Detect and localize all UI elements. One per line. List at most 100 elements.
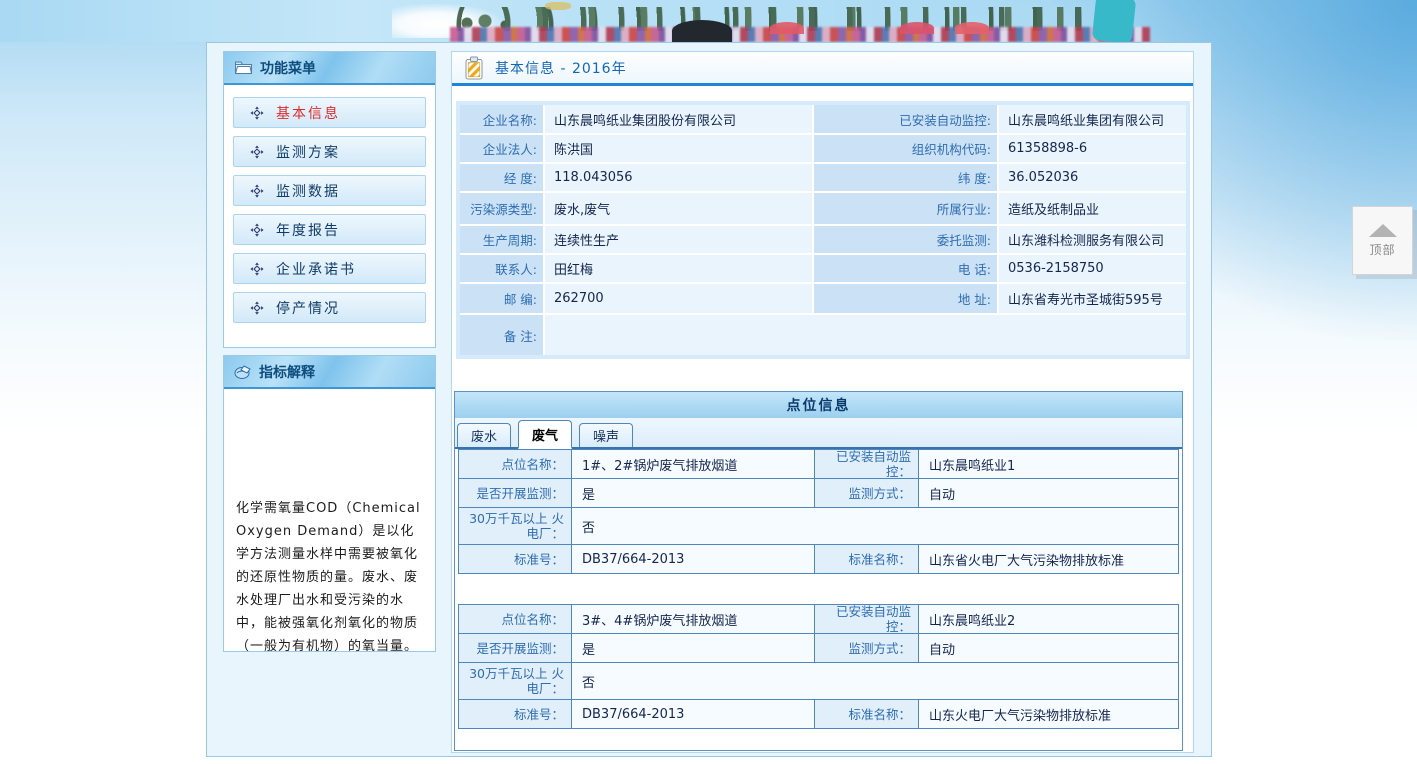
field-label: 委托监测: <box>814 226 997 253</box>
field-label: 已安装自动监控： <box>815 450 918 478</box>
tab-wastewater[interactable]: 废水 <box>457 423 511 447</box>
point-table-1: 点位名称： 1#、2#锅炉废气排放烟道 已安装自动监控： 山东晨鸣纸业1 是否开… <box>458 449 1179 574</box>
sidebar-item-monitor-plan[interactable]: 监测方案 <box>233 136 426 167</box>
field-value: 自动 <box>919 634 1178 662</box>
sidebar-function-menu: 功能菜单 基本信息 监测方案 <box>223 51 436 348</box>
field-value: 否 <box>572 508 1178 544</box>
menu-list: 基本信息 监测方案 监测数据 <box>224 85 435 335</box>
field-value: 造纸及纸制品业 <box>999 193 1186 224</box>
field-label: 监测方式： <box>815 634 918 662</box>
field-label: 点位名称： <box>459 605 571 633</box>
field-value: 自动 <box>919 479 1178 507</box>
field-label: 电 话: <box>814 255 997 282</box>
sidebar-item-annual-report[interactable]: 年度报告 <box>233 214 426 245</box>
field-value: 山东晨鸣纸业集团股份有限公司 <box>545 105 812 133</box>
diamond-arrows-icon <box>250 223 264 237</box>
field-label: 污染源类型: <box>460 193 543 224</box>
field-label: 所属行业: <box>814 193 997 224</box>
field-value: 262700 <box>545 284 812 313</box>
sidebar-item-label: 停产情况 <box>276 298 340 318</box>
glossary-title: 指标解释 <box>259 362 315 382</box>
header-banner-photo <box>0 0 1175 42</box>
field-value: 连续性生产 <box>545 226 812 253</box>
field-label: 生产周期: <box>460 226 543 253</box>
diamond-arrows-icon <box>250 184 264 198</box>
arrow-up-icon <box>1369 224 1397 237</box>
sidebar-item-label: 企业承诺书 <box>276 259 356 279</box>
field-label: 点位名称： <box>459 450 571 478</box>
points-info-title: 点位信息 <box>455 392 1182 418</box>
field-label: 已安装自动监控： <box>815 605 918 633</box>
field-value: 田红梅 <box>545 255 812 282</box>
field-label: 组织机构代码: <box>814 135 997 162</box>
sidebar-item-label: 年度报告 <box>276 220 340 240</box>
field-value: 废水,废气 <box>545 193 812 224</box>
tab-noise[interactable]: 噪声 <box>579 423 633 447</box>
field-value: 陈洪国 <box>545 135 812 162</box>
content-container: 功能菜单 基本信息 监测方案 <box>206 42 1212 757</box>
tab-label: 废水 <box>471 426 497 445</box>
tab-label: 废气 <box>532 425 558 444</box>
person-head <box>672 20 732 42</box>
diamond-arrows-icon <box>250 145 264 159</box>
field-label: 监测方式： <box>815 479 918 507</box>
field-value: 118.043056 <box>545 164 812 191</box>
field-label: 纬 度: <box>814 164 997 191</box>
field-value: 山东火电厂大气污染物排放标准 <box>919 700 1178 728</box>
field-label: 经 度: <box>460 164 543 191</box>
page-title: 基本信息 - 2016年 <box>495 58 627 78</box>
sidebar-item-label: 监测数据 <box>276 181 340 201</box>
field-label: 是否开展监测： <box>459 634 571 662</box>
field-label: 邮 编: <box>460 284 543 313</box>
field-label: 已安装自动监控: <box>814 105 997 133</box>
diamond-arrows-icon <box>250 301 264 315</box>
field-value: 是 <box>572 479 814 507</box>
field-value: 36.052036 <box>999 164 1186 191</box>
field-value: 3#、4#锅炉废气排放烟道 <box>572 605 814 633</box>
back-to-top-button[interactable]: 顶部 <box>1352 206 1413 275</box>
tent-shape <box>900 22 934 34</box>
field-value: 61358898-6 <box>999 135 1186 162</box>
person-arm <box>1092 0 1137 44</box>
field-label: 标准号： <box>459 545 571 573</box>
field-label: 企业名称: <box>460 105 543 133</box>
point-table-2: 点位名称： 3#、4#锅炉废气排放烟道 已安装自动监控： 山东晨鸣纸业2 是否开… <box>458 604 1179 729</box>
tent-shape <box>955 22 989 34</box>
kite-shape <box>545 2 571 10</box>
field-value: 山东晨鸣纸业2 <box>919 605 1178 633</box>
basic-info-table: 企业名称: 山东晨鸣纸业集团股份有限公司 已安装自动监控: 山东晨鸣纸业集团有限… <box>456 101 1190 359</box>
points-info-panel: 点位信息 废水 废气 噪声 点位名称： 1#、2#锅炉废气排放烟道 <box>454 391 1183 751</box>
tent-shape <box>770 22 804 34</box>
field-label: 地 址: <box>814 284 997 313</box>
field-value: 山东省火电厂大气污染物排放标准 <box>919 545 1178 573</box>
remark-value <box>545 315 1186 355</box>
sidebar-item-basic-info[interactable]: 基本信息 <box>233 97 426 128</box>
book-icon <box>234 364 252 380</box>
sidebar-item-monitor-data[interactable]: 监测数据 <box>233 175 426 206</box>
field-value: 否 <box>572 663 1178 699</box>
field-value: 0536-2158750 <box>999 255 1186 282</box>
field-label: 标准名称： <box>815 545 918 573</box>
clipboard-icon <box>464 56 484 80</box>
field-value: 是 <box>572 634 814 662</box>
field-value: DB37/664-2013 <box>572 545 814 573</box>
field-label: 30万千瓦以上 火电厂： <box>459 663 571 699</box>
function-menu-header: 功能菜单 <box>224 52 435 85</box>
page: 顶部 功能菜单 基本信息 <box>0 0 1417 764</box>
field-label: 30万千瓦以上 火电厂： <box>459 508 571 544</box>
points-tabbar: 废水 废气 噪声 <box>455 418 1182 449</box>
field-value: 山东晨鸣纸业1 <box>919 450 1178 478</box>
tab-exhaust-gas[interactable]: 废气 <box>518 420 572 449</box>
glossary-header: 指标解释 <box>224 356 435 389</box>
sidebar-item-label: 监测方案 <box>276 142 340 162</box>
back-to-top-label: 顶部 <box>1369 241 1395 258</box>
folder-icon <box>234 60 253 75</box>
sidebar-item-shutdown-status[interactable]: 停产情况 <box>233 292 426 323</box>
sidebar-item-commitment[interactable]: 企业承诺书 <box>233 253 426 284</box>
field-value: 山东潍科检测服务有限公司 <box>999 226 1186 253</box>
field-label: 联系人: <box>460 255 543 282</box>
field-label: 是否开展监测： <box>459 479 571 507</box>
field-label: 标准号： <box>459 700 571 728</box>
diamond-arrows-icon <box>250 262 264 276</box>
field-label: 标准名称： <box>815 700 918 728</box>
